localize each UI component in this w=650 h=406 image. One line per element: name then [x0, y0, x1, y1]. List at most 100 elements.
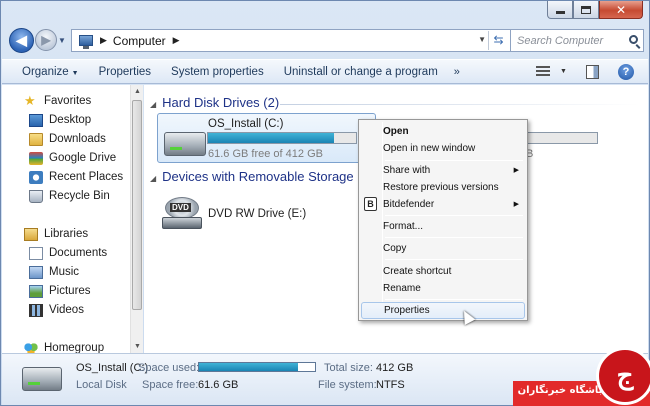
menu-separator — [385, 215, 523, 216]
nav-documents[interactable]: Documents — [29, 244, 107, 262]
menu-open[interactable]: Open — [361, 123, 525, 140]
downloads-folder-icon — [29, 132, 43, 146]
view-dropdown-icon[interactable]: ▼ — [560, 68, 567, 75]
minimize-button[interactable] — [547, 1, 573, 19]
maximize-button[interactable] — [573, 1, 599, 19]
menu-rename[interactable]: Rename — [361, 280, 525, 297]
organize-menu[interactable]: Organize ▼ — [2, 66, 89, 78]
nav-pictures[interactable]: Pictures — [29, 282, 91, 300]
scroll-thumb[interactable] — [132, 100, 142, 310]
total-size-value: 412 GB — [376, 362, 414, 374]
help-icon[interactable]: ? — [618, 64, 634, 80]
desktop-icon — [29, 113, 43, 127]
space-used-fill — [199, 363, 298, 371]
drive-c-capacity-bar — [207, 132, 357, 144]
nav-recent-places[interactable]: Recent Places — [29, 168, 123, 186]
dvd-badge: DVD — [170, 203, 191, 212]
dvd-drive-base — [162, 217, 202, 229]
menu-separator — [385, 299, 523, 300]
submenu-arrow-icon: ▶ — [513, 167, 519, 174]
nav-pictures-label: Pictures — [49, 285, 91, 297]
group-removable-storage[interactable]: ◢ Devices with Removable Storage (1 — [150, 169, 369, 184]
menu-share-with[interactable]: Share with ▶ — [361, 162, 525, 179]
address-history-dropdown[interactable]: ▼ — [478, 35, 486, 44]
file-system-label: File system: — [318, 379, 377, 391]
scroll-up-icon[interactable]: ▲ — [134, 88, 141, 95]
breadcrumb-separator-icon[interactable]: ▶ — [100, 35, 107, 46]
nav-videos-label: Videos — [49, 304, 84, 316]
menu-bitdefender-label: Bitdefender — [383, 199, 435, 210]
group-removable-label: Devices with Removable Storage (1 — [162, 169, 369, 184]
menu-properties[interactable]: Properties — [361, 302, 525, 319]
back-arrow-icon: ◀ — [16, 32, 27, 48]
menu-create-shortcut[interactable]: Create shortcut — [361, 263, 525, 280]
system-properties-button[interactable]: System properties — [161, 66, 274, 78]
address-bar[interactable]: ▶ Computer ▶ ▼ ⇆ — [71, 29, 511, 52]
change-view-icon[interactable] — [536, 66, 550, 78]
drive-c-name: OS_Install (C:) — [208, 118, 284, 130]
details-drive-type: Local Disk — [76, 379, 127, 391]
nav-recycle-bin-label: Recycle Bin — [49, 190, 110, 202]
videos-icon — [29, 303, 43, 317]
bitdefender-icon: B — [364, 197, 377, 211]
nav-scrollbar[interactable]: ▲ ▼ — [130, 85, 143, 353]
breadcrumb-chevron-icon[interactable]: ▶ — [173, 35, 180, 46]
close-button[interactable]: ✕ — [599, 1, 643, 19]
organize-label: Organize — [22, 65, 69, 78]
maximize-icon — [581, 5, 591, 14]
back-button[interactable]: ◀ — [9, 28, 34, 53]
documents-icon — [29, 246, 43, 260]
search-placeholder: Search Computer — [517, 34, 604, 47]
scroll-down-icon[interactable]: ▼ — [134, 343, 141, 350]
nav-google-drive[interactable]: Google Drive — [29, 149, 116, 167]
file-system-value: NTFS — [376, 379, 405, 391]
nav-music[interactable]: Music — [29, 263, 79, 281]
nav-music-label: Music — [49, 266, 80, 278]
collapse-triangle-icon: ◢ — [150, 100, 157, 109]
caption-buttons: ✕ — [547, 1, 643, 20]
nav-videos[interactable]: Videos — [29, 301, 84, 319]
nav-desktop[interactable]: Desktop — [29, 111, 91, 129]
star-icon: ★ — [24, 93, 36, 109]
menu-bitdefender[interactable]: B Bitdefender ▶ — [361, 196, 525, 213]
recent-places-icon — [29, 170, 43, 184]
submenu-arrow-icon: ▶ — [513, 201, 519, 208]
search-input[interactable]: Search Computer — [510, 29, 644, 52]
search-icon[interactable] — [629, 35, 638, 44]
watermark-text: باشگاه خبرنگاران — [517, 385, 603, 396]
menu-copy[interactable]: Copy — [361, 240, 525, 257]
watermark-glyph: ج — [616, 361, 634, 391]
properties-button[interactable]: Properties — [89, 66, 161, 78]
pictures-icon — [29, 284, 43, 298]
nav-documents-label: Documents — [49, 247, 108, 259]
nav-libraries[interactable]: Libraries — [24, 225, 88, 243]
refresh-button[interactable]: ⇆ — [488, 31, 508, 50]
nav-favorites[interactable]: ★ Favorites — [24, 92, 91, 110]
group-hdd-label: Hard Disk Drives (2) — [162, 95, 280, 110]
explorer-window: ✕ ◀ ▶ ▼ ▶ Computer ▶ ▼ ⇆ Search Computer… — [0, 0, 650, 406]
menu-separator — [385, 259, 523, 260]
nav-downloads[interactable]: Downloads — [29, 130, 106, 148]
dvd-drive-name[interactable]: DVD RW Drive (E:) — [208, 208, 306, 220]
google-drive-icon — [29, 151, 43, 165]
uninstall-program-button[interactable]: Uninstall or change a program — [274, 66, 448, 78]
preview-pane-icon[interactable] — [586, 65, 599, 79]
drive-d-capacity-bar — [528, 132, 598, 144]
nav-google-drive-label: Google Drive — [49, 152, 117, 164]
group-hard-disk-drives[interactable]: ◢ Hard Disk Drives (2) — [150, 95, 279, 110]
close-icon: ✕ — [615, 2, 627, 17]
music-icon — [29, 265, 43, 279]
forward-button[interactable]: ▶ — [35, 29, 57, 51]
menu-share-with-label: Share with — [383, 165, 431, 176]
breadcrumb-computer[interactable]: Computer — [113, 34, 166, 48]
details-drive-icon — [22, 367, 62, 391]
navigation-pane: ★ Favorites Desktop Downloads Google Driv… — [2, 85, 143, 355]
nav-recycle-bin[interactable]: Recycle Bin — [29, 187, 110, 205]
recent-pages-dropdown[interactable]: ▼ — [58, 36, 66, 45]
menu-format[interactable]: Format... — [361, 218, 525, 235]
menu-restore-previous-versions[interactable]: Restore previous versions — [361, 179, 525, 196]
menu-open-new-window[interactable]: Open in new window — [361, 140, 525, 157]
watermark-logo: ج — [596, 347, 650, 405]
more-commands-button[interactable]: » — [448, 66, 466, 78]
nav-favorites-label: Favorites — [44, 95, 92, 107]
